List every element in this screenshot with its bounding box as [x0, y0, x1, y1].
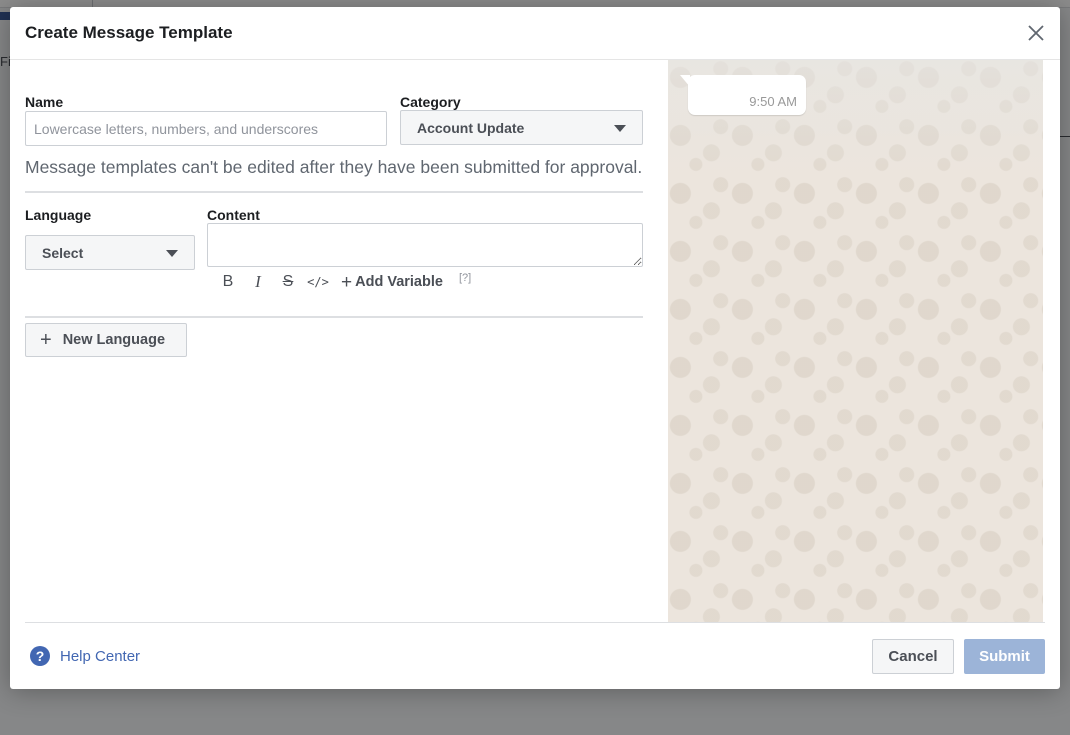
variable-help-tooltip[interactable]: [?]: [459, 272, 471, 284]
content-textarea[interactable]: [207, 223, 643, 267]
close-button[interactable]: [1026, 23, 1046, 43]
cancel-button[interactable]: Cancel: [872, 639, 954, 674]
message-bubble: 9:50 AM: [680, 75, 806, 115]
name-input[interactable]: [25, 111, 387, 146]
message-timestamp: 9:50 AM: [749, 94, 797, 109]
help-center-label: Help Center: [60, 647, 141, 665]
category-selected-value: Account Update: [417, 119, 525, 136]
content-label: Content: [207, 207, 260, 223]
approval-notice: Message templates can't be edited after …: [25, 157, 643, 177]
language-select[interactable]: Select: [25, 235, 195, 270]
section-divider: [25, 316, 643, 318]
strikethrough-button[interactable]: S: [273, 273, 303, 291]
help-center-link[interactable]: ? Help Center: [30, 646, 140, 666]
plus-icon: +: [40, 329, 52, 351]
create-template-dialog: Create Message Template Name Category Ac…: [10, 7, 1060, 689]
language-label: Language: [25, 207, 92, 223]
plus-icon: +: [341, 271, 353, 293]
message-preview-panel: 9:50 AM: [668, 60, 1043, 622]
category-label: Category: [400, 94, 461, 110]
italic-button[interactable]: I: [243, 272, 273, 292]
name-label: Name: [25, 94, 64, 110]
new-language-label: New Language: [62, 332, 166, 348]
bubble-tail: [680, 75, 690, 87]
caret-down-icon: [614, 124, 626, 132]
formatting-toolbar: B I S </> + Add Variable [?]: [213, 272, 472, 292]
help-icon: ?: [30, 646, 50, 666]
new-language-button[interactable]: + New Language: [25, 323, 187, 357]
submit-button[interactable]: Submit: [964, 639, 1045, 674]
dialog-title: Create Message Template: [25, 23, 233, 42]
dialog-header: Create Message Template: [10, 7, 1060, 60]
template-form: Name Category Account Update Message tem…: [25, 60, 643, 622]
close-icon: [1028, 25, 1044, 41]
section-divider: [25, 191, 643, 193]
category-select[interactable]: Account Update: [400, 110, 643, 145]
code-button[interactable]: </>: [303, 275, 333, 289]
dialog-footer: ? Help Center Cancel Submit: [25, 622, 1045, 689]
add-variable-label: Add Variable: [355, 274, 443, 290]
bold-button[interactable]: B: [213, 273, 243, 291]
caret-down-icon: [166, 249, 178, 257]
add-variable-button[interactable]: + Add Variable: [341, 273, 443, 292]
language-selected-value: Select: [42, 244, 84, 261]
